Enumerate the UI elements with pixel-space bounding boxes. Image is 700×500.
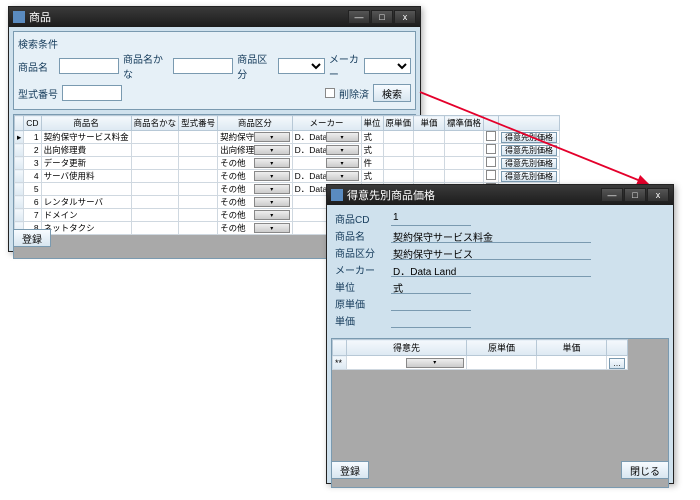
chevron-down-icon[interactable]: ▾ <box>254 210 290 220</box>
deleted-checkbox[interactable] <box>325 88 335 98</box>
price-label: 単価 <box>335 313 385 328</box>
cost-label: 原単価 <box>335 296 385 311</box>
unit-value: 式 <box>391 280 471 294</box>
window-title: 得意先別商品価格 <box>347 187 601 203</box>
price-value <box>391 314 471 328</box>
maker-value: D．Data Land <box>391 263 591 277</box>
unit-label: 単位 <box>335 279 385 294</box>
cd-label: 商品CD <box>335 211 385 226</box>
search-panel: 検索条件 商品名 商品名かな 商品区分 メーカー 型式番号 削除済 検索 <box>13 31 416 110</box>
col-header[interactable]: 商品名かな <box>131 116 179 131</box>
close-dialog-button[interactable]: 閉じる <box>621 461 669 479</box>
col-header[interactable]: 標準価格 <box>445 116 484 131</box>
maker-label2: メーカー <box>335 262 385 277</box>
chevron-down-icon[interactable]: ▾ <box>254 184 290 194</box>
col-header[interactable]: 商品区分 <box>218 116 293 131</box>
name-value: 契約保守サービス料金 <box>391 229 591 243</box>
new-row-marker: ** <box>333 356 347 370</box>
product-name-input[interactable] <box>59 58 119 74</box>
maximize-button[interactable]: □ <box>371 10 393 24</box>
maximize-button[interactable]: □ <box>624 188 646 202</box>
minimize-button[interactable]: — <box>348 10 370 24</box>
chevron-down-icon[interactable]: ▾ <box>254 197 290 207</box>
window-title: 商品 <box>29 9 348 25</box>
close-button[interactable]: x <box>647 188 669 202</box>
new-row[interactable]: ** ▾ … <box>333 356 628 370</box>
col-header[interactable]: メーカー <box>292 116 361 131</box>
cat-label: 商品区分 <box>335 245 385 260</box>
cost-value <box>391 297 471 311</box>
chevron-down-icon[interactable]: ▾ <box>326 171 359 181</box>
category-label: 商品区分 <box>237 51 274 81</box>
row-delete-button[interactable]: … <box>609 358 625 369</box>
titlebar[interactable]: 得意先別商品価格 — □ x <box>327 185 673 205</box>
register-button[interactable]: 登録 <box>13 229 51 247</box>
col-cost: 原単価 <box>467 340 537 356</box>
row-checkbox[interactable] <box>486 170 496 180</box>
col-header[interactable]: 単価 <box>414 116 445 131</box>
table-row[interactable]: 4サーバ使用料その他▾D．Data Land▾式得意先別価格 <box>15 170 560 183</box>
product-kana-input[interactable] <box>173 58 233 74</box>
customer-price-button[interactable]: 得意先別価格 <box>501 145 557 156</box>
model-input[interactable] <box>62 85 122 101</box>
maker-label: メーカー <box>329 51 360 81</box>
customer-price-button[interactable]: 得意先別価格 <box>501 171 557 182</box>
search-button[interactable]: 検索 <box>373 84 411 102</box>
row-checkbox[interactable] <box>486 131 496 141</box>
close-button[interactable]: x <box>394 10 416 24</box>
titlebar[interactable]: 商品 — □ x <box>9 7 420 27</box>
col-price: 単価 <box>537 340 607 356</box>
customer-price-window: 得意先別商品価格 — □ x 商品CD 1 商品名契約保守サービス料金 商品区分契… <box>326 184 674 484</box>
customer-grid[interactable]: 得意先 原単価 単価 ** ▾ … <box>332 339 628 370</box>
col-header[interactable]: 原単価 <box>383 116 414 131</box>
app-icon <box>13 11 25 23</box>
app-icon <box>331 189 343 201</box>
customer-price-button[interactable]: 得意先別価格 <box>501 158 557 169</box>
chevron-down-icon[interactable]: ▾ <box>326 158 359 168</box>
row-checkbox[interactable] <box>486 144 496 154</box>
row-checkbox[interactable] <box>486 157 496 167</box>
col-header[interactable]: 商品名 <box>41 116 131 131</box>
chevron-down-icon[interactable]: ▾ <box>254 171 290 181</box>
table-row[interactable]: 2出向修理費出向修理費▾D．Data Land▾式得意先別価格 <box>15 144 560 157</box>
model-label: 型式番号 <box>18 86 58 101</box>
maker-select[interactable] <box>364 58 411 74</box>
minimize-button[interactable]: — <box>601 188 623 202</box>
register-button[interactable]: 登録 <box>331 461 369 479</box>
col-header[interactable]: 単位 <box>361 116 383 131</box>
cat-value: 契約保守サービス <box>391 246 591 260</box>
chevron-down-icon[interactable]: ▾ <box>326 132 359 142</box>
col-header[interactable]: CD <box>24 116 41 131</box>
deleted-label: 削除済 <box>339 86 369 101</box>
chevron-down-icon[interactable]: ▾ <box>406 358 465 368</box>
table-row[interactable]: ▸1契約保守サービス料金契約保守サー…▾D．Data Land▾式得意先別価格 <box>15 131 560 144</box>
col-customer: 得意先 <box>347 340 467 356</box>
chevron-down-icon[interactable]: ▾ <box>326 145 359 155</box>
name-label: 商品名 <box>335 228 385 243</box>
col-header[interactable]: 型式番号 <box>179 116 218 131</box>
chevron-down-icon[interactable]: ▾ <box>254 145 290 155</box>
category-select[interactable] <box>278 58 325 74</box>
customer-price-button[interactable]: 得意先別価格 <box>501 132 557 143</box>
table-row[interactable]: 3データ更新その他▾▾件得意先別価格 <box>15 157 560 170</box>
chevron-down-icon[interactable]: ▾ <box>254 158 290 168</box>
product-name-label: 商品名 <box>18 59 55 74</box>
product-kana-label: 商品名かな <box>123 51 169 81</box>
cd-value: 1 <box>391 212 471 226</box>
search-group-label: 検索条件 <box>18 36 411 51</box>
chevron-down-icon[interactable]: ▾ <box>254 132 290 142</box>
